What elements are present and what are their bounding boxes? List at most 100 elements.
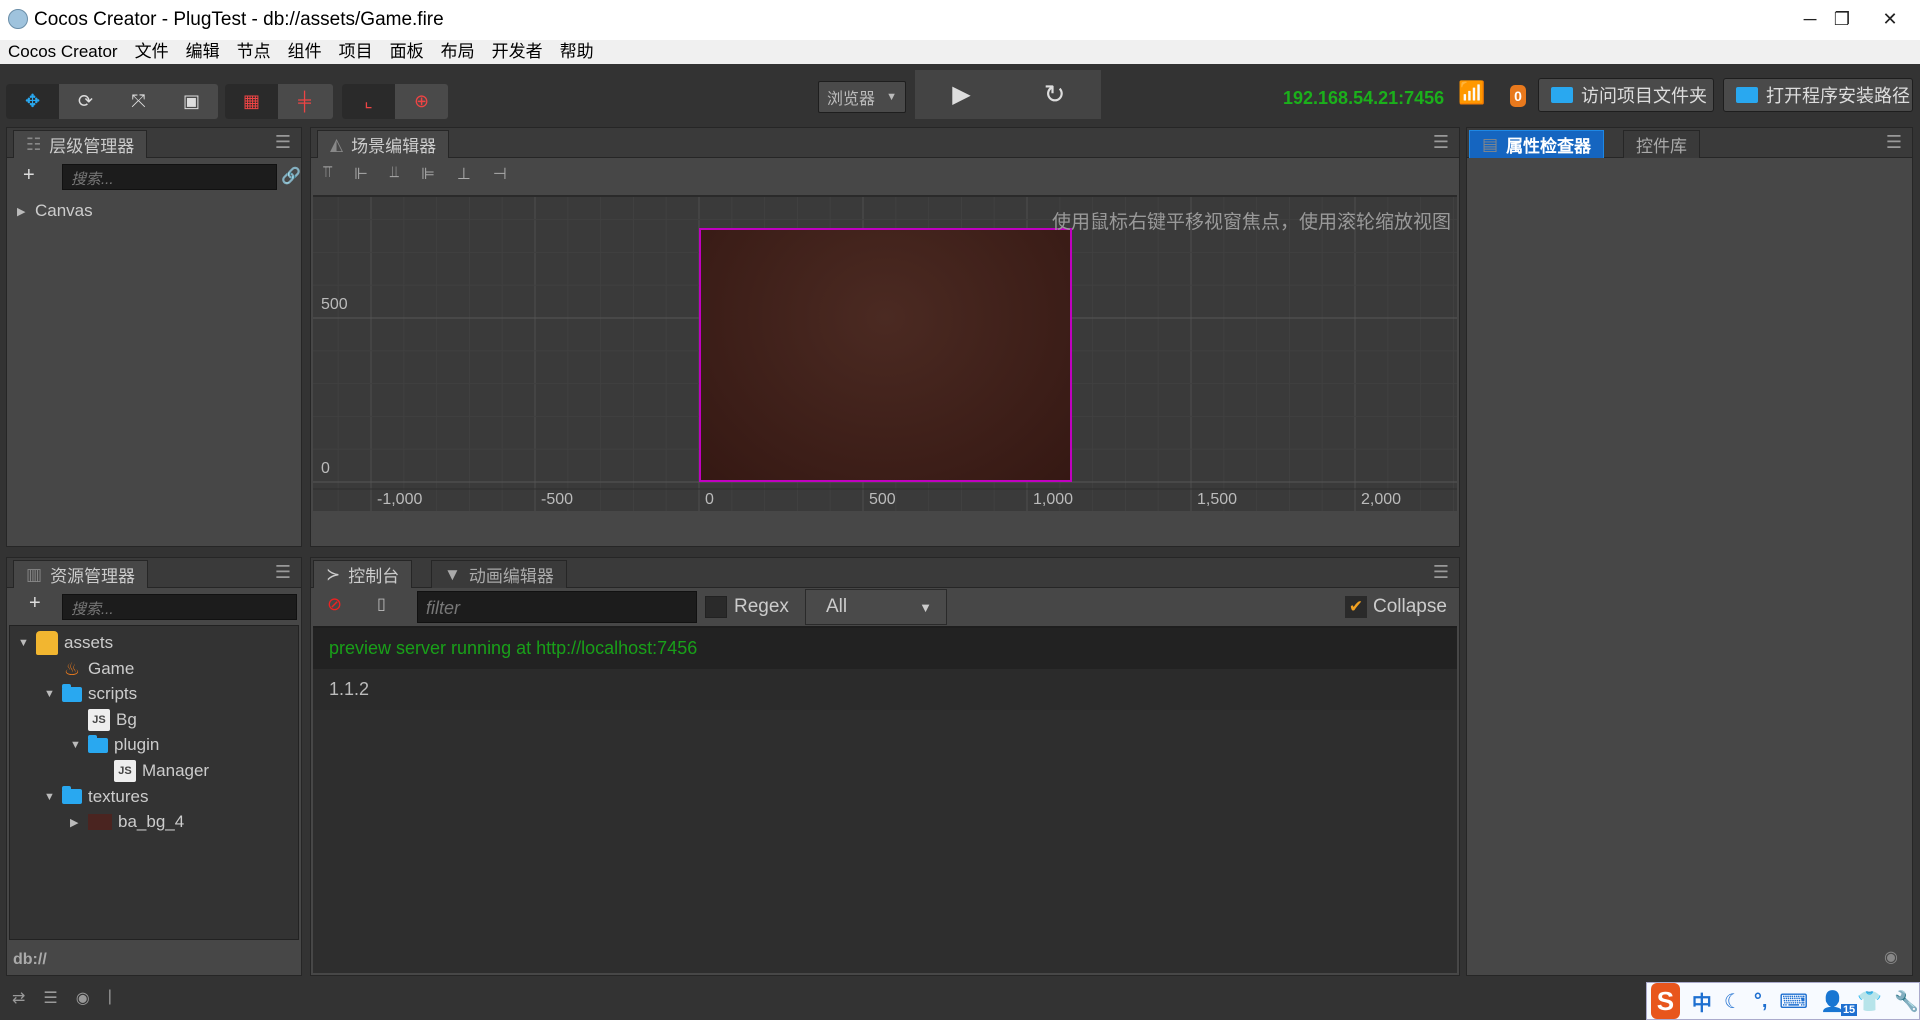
notification-badge[interactable]: 0 — [1510, 85, 1526, 107]
open-install-path-button[interactable]: 打开程序安装路径 — [1723, 78, 1913, 112]
tab-hierarchy[interactable]: ☷ 层级管理器 — [13, 130, 148, 158]
tools-icon[interactable]: 🔧 — [1894, 989, 1919, 1014]
scale-icon[interactable]: ⤧ — [112, 84, 165, 119]
asset-item[interactable]: ▼ plugin — [70, 732, 159, 758]
tab-inspector[interactable]: ▤ 属性检查器 — [1469, 130, 1605, 158]
menu-edit[interactable]: 编辑 — [186, 40, 220, 64]
console-filter-input[interactable]: filter — [417, 591, 697, 623]
global-coords-icon[interactable]: ⊕ — [395, 84, 448, 119]
expand-arrow-icon[interactable]: ▶ — [17, 205, 29, 218]
punctuation-icon[interactable]: °, — [1754, 990, 1768, 1013]
asset-item[interactable]: ♨ Game — [44, 656, 134, 682]
log-entry: preview server running at http://localho… — [313, 628, 1457, 669]
x-tick-label: 0 — [705, 491, 714, 508]
pivot-center-icon[interactable]: ╪ — [278, 84, 331, 119]
tab-widget-library[interactable]: 控件库 — [1623, 130, 1700, 158]
play-icon[interactable]: ▶ — [915, 70, 1008, 119]
menu-component[interactable]: 组件 — [288, 40, 322, 64]
open-project-folder-button[interactable]: 访问项目文件夹 — [1538, 78, 1714, 112]
panel-menu-icon[interactable]: ☰ — [1433, 132, 1449, 153]
canvas-selection[interactable] — [699, 228, 1072, 482]
open-project-folder-label: 访问项目文件夹 — [1581, 86, 1707, 106]
skin-icon[interactable]: 👕 — [1857, 989, 1882, 1014]
move-icon[interactable]: ✥ — [6, 84, 59, 119]
menu-file[interactable]: 文件 — [135, 40, 169, 64]
close-button[interactable]: ✕ — [1860, 0, 1920, 40]
tree-node-canvas[interactable]: ▶ Canvas — [17, 198, 93, 224]
asset-item[interactable]: ▶ ba_bg_4 — [70, 809, 184, 835]
asset-item[interactable]: ▼ assets — [18, 630, 113, 656]
animation-tab-label: 动画编辑器 — [468, 567, 554, 586]
inspector-tab-label: 属性检查器 — [1506, 137, 1592, 156]
tab-scene[interactable]: ◭ 场景编辑器 — [317, 130, 450, 158]
moon-icon[interactable]: ☾ — [1724, 989, 1742, 1014]
open-log-file-icon[interactable]: ▯ — [377, 594, 386, 614]
coord-tools: ⌞ ⊕ — [342, 84, 448, 119]
panel-menu-icon[interactable]: ☰ — [1886, 132, 1902, 153]
refresh-icon[interactable]: ↻ — [1008, 70, 1101, 119]
x-tick-label: 1,000 — [1033, 491, 1074, 508]
menu-developer[interactable]: 开发者 — [492, 40, 543, 64]
panel-menu-icon[interactable]: ☰ — [1433, 562, 1449, 583]
database-icon[interactable]: ☰ — [43, 988, 57, 1008]
align-vcenter-icon[interactable]: ⊩ — [354, 164, 368, 184]
hide-icon[interactable]: ◉ — [76, 988, 90, 1008]
asset-label: Manager — [142, 761, 210, 780]
align-bottom-icon[interactable]: ⫫ — [390, 164, 399, 184]
preview-platform-select[interactable]: 浏览器 ▼ — [818, 81, 906, 113]
menu-layout[interactable]: 布局 — [441, 40, 475, 64]
align-hcenter-icon[interactable]: ⊥ — [457, 164, 471, 184]
link-icon[interactable]: 🔗 — [281, 166, 301, 186]
tab-console[interactable]: ≻ 控制台 — [313, 560, 413, 588]
asset-item[interactable]: JS Manager — [96, 758, 209, 784]
panel-menu-icon[interactable]: ☰ — [275, 132, 291, 153]
assets-search-input[interactable]: 搜索... — [62, 594, 297, 620]
align-left-icon[interactable]: ⊫ — [421, 164, 435, 184]
title-bar: Cocos Creator - PlugTest - db://assets/G… — [0, 0, 1920, 40]
log-level-select[interactable]: All ▼ — [805, 589, 947, 625]
console-tab-label: 控制台 — [348, 567, 400, 586]
expand-arrow-icon[interactable]: ▶ — [70, 816, 82, 829]
hierarchy-panel: ☷ 层级管理器 ☰ + 搜索... 🔗 ▶ Canvas — [6, 127, 302, 547]
hierarchy-search-input[interactable]: 搜索... — [62, 164, 277, 190]
add-asset-button[interactable]: + — [29, 592, 41, 615]
panel-menu-icon[interactable]: ☰ — [275, 562, 291, 583]
menu-node[interactable]: 节点 — [237, 40, 271, 64]
regex-checkbox[interactable] — [705, 596, 727, 618]
folder-icon — [1736, 87, 1758, 103]
menu-project[interactable]: 项目 — [339, 40, 373, 64]
rect-icon[interactable]: ▣ — [165, 84, 218, 119]
user-icon[interactable]: 👤 15 — [1820, 989, 1858, 1016]
collapse-arrow-icon[interactable]: ▼ — [70, 739, 82, 751]
collapse-arrow-icon[interactable]: ▼ — [18, 637, 30, 649]
clear-console-icon[interactable]: ⊘ — [327, 594, 342, 615]
keyboard-icon[interactable]: ⌨ — [1779, 989, 1808, 1014]
local-coords-icon[interactable]: ⌞ — [342, 84, 395, 119]
js-file-icon: JS — [114, 760, 136, 782]
console-header: ≻ 控制台 ▼ 动画编辑器 ☰ — [311, 558, 1459, 588]
asset-item[interactable]: ▼ textures — [44, 784, 148, 810]
pivot-local-icon[interactable]: ▦ — [225, 84, 278, 119]
visibility-icon[interactable]: ◉ — [1884, 947, 1898, 967]
asset-item[interactable]: JS Bg — [70, 707, 137, 733]
tab-assets[interactable]: ▥ 资源管理器 — [13, 560, 149, 588]
menu-help[interactable]: 帮助 — [560, 40, 594, 64]
align-top-icon[interactable]: ⫪ — [323, 164, 332, 184]
sync-icon[interactable]: ⇄ — [12, 988, 25, 1008]
rotate-icon[interactable]: ⟳ — [59, 84, 112, 119]
collapse-checkbox[interactable]: ✔ — [1345, 596, 1367, 618]
console-log-list: preview server running at http://localho… — [313, 626, 1457, 973]
asset-item[interactable]: ▼ scripts — [44, 681, 137, 707]
menu-panel[interactable]: 面板 — [390, 40, 424, 64]
collapse-arrow-icon[interactable]: ▼ — [44, 791, 56, 803]
hierarchy-title: 层级管理器 — [49, 137, 135, 156]
align-right-icon[interactable]: ⊣ — [493, 164, 507, 184]
menu-cocos-creator[interactable]: Cocos Creator — [8, 40, 118, 64]
sogou-logo-icon[interactable]: S — [1651, 983, 1680, 1019]
scene-viewport[interactable]: 使用鼠标右键平移视窗焦点，使用滚轮缩放视图 -1,000 -500 0 500 1,00… — [313, 195, 1457, 511]
add-node-button[interactable]: + — [23, 164, 35, 187]
assets-title: 资源管理器 — [50, 567, 136, 586]
collapse-arrow-icon[interactable]: ▼ — [44, 688, 56, 700]
tab-animation-editor[interactable]: ▼ 动画编辑器 — [431, 560, 567, 588]
ime-language[interactable]: 中 — [1692, 987, 1712, 1016]
